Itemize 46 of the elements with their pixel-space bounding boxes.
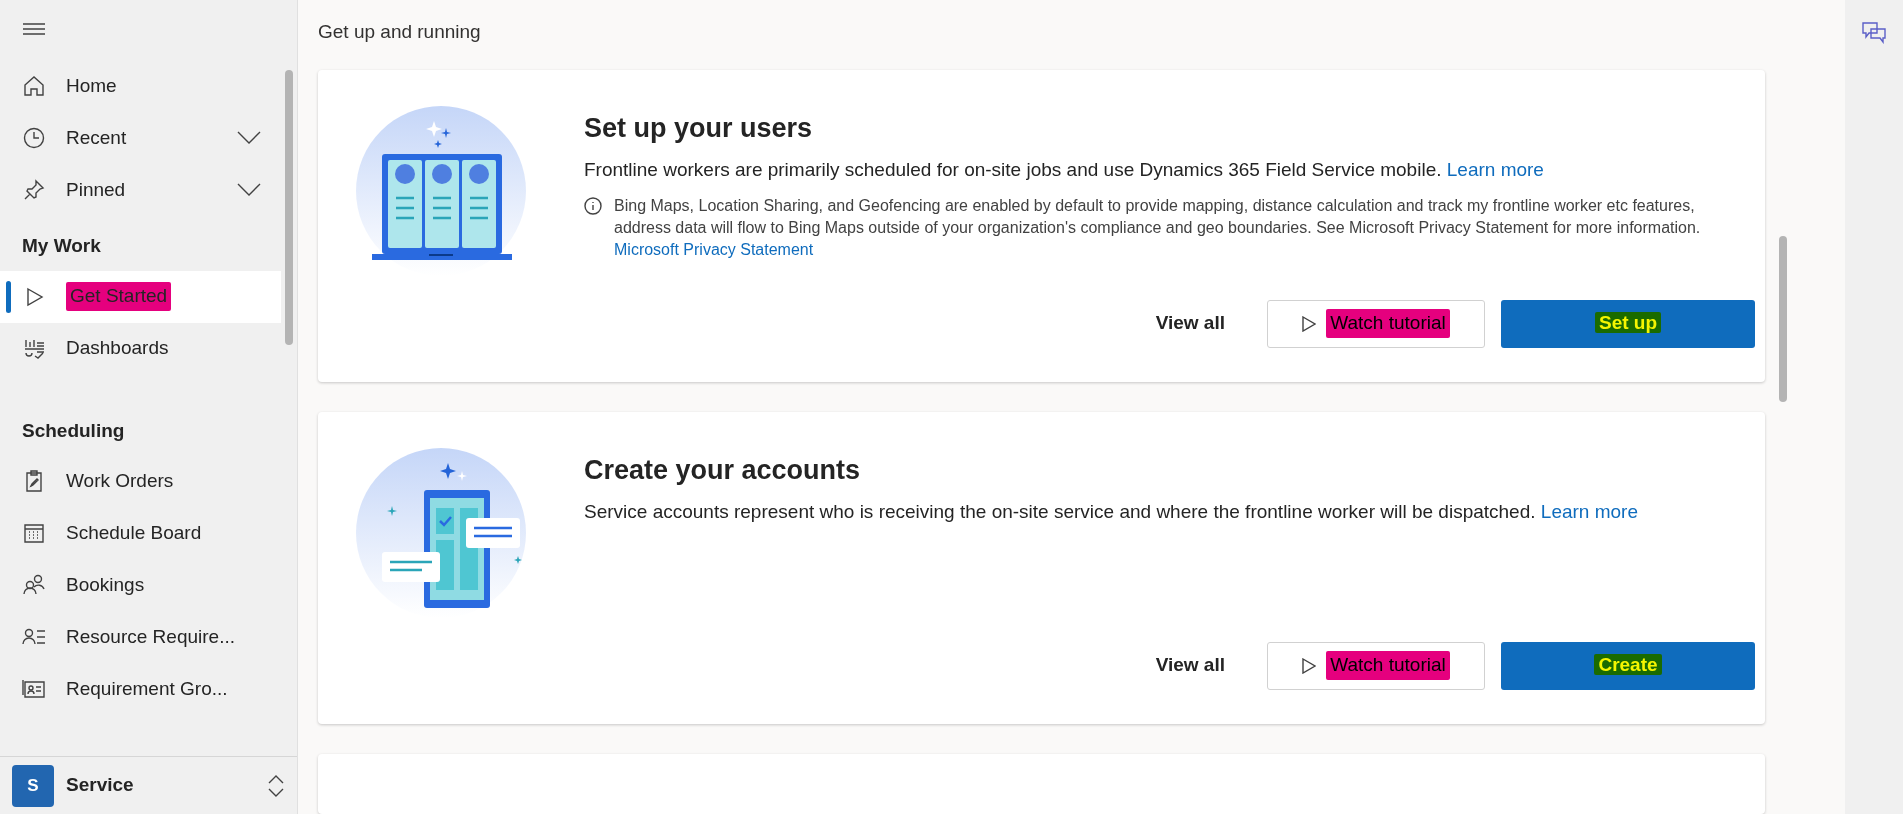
page-title: Get up and running bbox=[318, 20, 482, 44]
play-icon bbox=[1302, 315, 1317, 332]
pin-icon bbox=[22, 178, 46, 202]
nav-item[interactable]: Recent bbox=[0, 112, 281, 164]
nav-item[interactable]: Bookings bbox=[0, 559, 281, 611]
view-all-button[interactable]: View all bbox=[1149, 650, 1231, 681]
scrollbar-thumb[interactable] bbox=[285, 70, 293, 345]
card-description: Service accounts represent who is receiving the on-site service and where the frontline worker will be dispatched. Learn more bbox=[584, 500, 1639, 524]
primary-button[interactable]: Create bbox=[1501, 641, 1755, 690]
selection-indicator bbox=[6, 280, 11, 313]
card-description: Frontline workers are primarily scheduled for on-site jobs and use Dynamics 365 Field Service mobile. Learn more bbox=[584, 158, 1545, 182]
section-heading: Scheduling bbox=[21, 418, 126, 443]
nav-item[interactable]: Pinned bbox=[0, 164, 281, 216]
nav-item[interactable]: Home bbox=[0, 60, 281, 112]
chevron-down-icon[interactable] bbox=[237, 131, 261, 145]
section-heading: My Work bbox=[21, 234, 102, 258]
highlighted-label: Get Started bbox=[66, 282, 172, 311]
play-icon bbox=[1302, 657, 1317, 674]
menu-icon[interactable] bbox=[22, 20, 46, 37]
privacy-link[interactable]: Microsoft Privacy Statement bbox=[614, 241, 814, 259]
nav-item[interactable]: Dashboards bbox=[0, 322, 281, 375]
nav-item[interactable]: Work Orders bbox=[0, 455, 281, 507]
card-title: Set up your users bbox=[584, 111, 814, 145]
view-all-button[interactable]: View all bbox=[1149, 308, 1231, 339]
learn-more-link[interactable]: Learn more bbox=[1446, 159, 1544, 180]
nav-item[interactable]: Resource Require... bbox=[0, 611, 281, 663]
info-icon bbox=[584, 196, 602, 215]
info-note: Bing Maps, Location Sharing, and Geofencing are enabled by default to provide mapping, distance calculation and track my frontline worker etc features, address data will flow to Bing Maps outside of your organization's compliance and geo boundaries. See Microsoft Privacy Statement for more information. Microsoft Privacy Statement bbox=[614, 195, 1702, 261]
primary-button[interactable]: Set up bbox=[1501, 299, 1755, 348]
card-title: Create your accounts bbox=[584, 453, 862, 487]
watch-tutorial-button[interactable]: Watch tutorial bbox=[1267, 299, 1485, 348]
nav-item[interactable]: Requirement Gro... bbox=[0, 663, 281, 715]
people-icon bbox=[22, 573, 46, 597]
nav-item[interactable]: Schedule Board bbox=[0, 507, 281, 559]
clock-icon bbox=[22, 126, 46, 150]
learn-more-link[interactable]: Learn more bbox=[1540, 501, 1638, 522]
switch-area-icon[interactable] bbox=[267, 773, 285, 798]
watch-tutorial-button[interactable]: Watch tutorial bbox=[1267, 641, 1485, 690]
chat-icon[interactable] bbox=[1862, 22, 1886, 44]
contact-card-icon bbox=[22, 677, 46, 701]
chevron-down-icon[interactable] bbox=[237, 183, 261, 197]
area-avatar: S bbox=[12, 764, 54, 807]
scrollbar-thumb[interactable] bbox=[1779, 236, 1787, 402]
home-icon bbox=[22, 74, 46, 98]
area-name: Service bbox=[66, 773, 135, 798]
calendar-icon bbox=[22, 521, 46, 545]
